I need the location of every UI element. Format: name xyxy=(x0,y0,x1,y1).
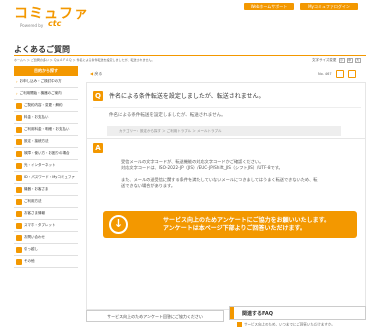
chevron-right-icon: › xyxy=(16,79,18,84)
font-size-label: 文字サイズ変更 xyxy=(312,58,337,62)
banner-text: サービス向上のためアンケートにご協力をお願いいたします。 アンケートは本ページ下… xyxy=(163,217,330,233)
sidebar-item[interactable]: ご利用料金・明細・お支払い xyxy=(14,124,78,136)
sidebar-item[interactable]: お問い合わせ xyxy=(14,232,78,244)
answer-box: A 受信メールの文字コードが、転送機能の対応文字コードかご確認ください。 対応文… xyxy=(86,138,366,310)
question-title: 件名による条件転送を設定しましたが、転送されません。 xyxy=(109,93,265,100)
sidebar-item[interactable]: 引っ越し xyxy=(14,244,78,256)
sidebar-item[interactable]: 設定・接続方法 xyxy=(14,136,78,148)
related-faq-title: 関連するFAQ xyxy=(242,311,273,317)
category-icon xyxy=(16,174,22,181)
category-icon xyxy=(16,234,22,241)
survey-button[interactable]: サービス向上のためアンケート回答にご協力ください xyxy=(86,310,224,322)
related-faq-item[interactable]: サービス向上のため、いつまでにご回答いただけますか。 xyxy=(229,322,366,328)
answer-line: 送できない場合があります。 xyxy=(121,183,176,188)
sidebar-item[interactable]: › ご利用開始・機器のご案内 xyxy=(14,88,78,100)
sidebar-item-label: 料金・お支払い xyxy=(24,115,49,119)
question-category[interactable]: カテゴリー：設定から探す ＞ ご利用トラブル ＞ メールトラブル xyxy=(107,126,341,136)
sidebar-item-label: お申し込み・ご検討中の方 xyxy=(19,79,62,83)
sidebar-item-label: ご契約内容・変更・解約 xyxy=(24,103,63,107)
title-divider xyxy=(14,55,366,56)
question-body: 件名による条件転送を設定しましたが、転送されません。 xyxy=(109,113,226,118)
question-q-icon: Q xyxy=(93,91,103,101)
down-arrow-icon: ↓ xyxy=(109,215,128,234)
site-header: コミュファ Powered by ctc Webホームサポート Myコミュファロ… xyxy=(0,0,380,38)
banner-line-2: アンケートは本ページ下部よりご回答いただけます。 xyxy=(163,225,306,232)
logo-brand-text: ctc xyxy=(48,19,62,28)
sidebar-item[interactable]: お客さま情報 xyxy=(14,208,78,220)
sidebar-item-label: お客さま情報 xyxy=(24,211,45,215)
category-icon xyxy=(16,186,22,193)
sidebar-item-label: 引っ越し xyxy=(24,247,38,251)
category-icon xyxy=(16,114,22,121)
sidebar-item-label: 設定・接続方法 xyxy=(24,139,49,143)
category-icon xyxy=(16,198,22,205)
logo-sub-text: Powered by xyxy=(20,23,44,28)
sidebar-item-label: スマホ・タブレット xyxy=(24,223,56,227)
category-icon xyxy=(16,126,22,133)
breadcrumb[interactable]: ホームへ ＞ ご質問の多い ＞ Ｑ＆ＡＦＡＱ ＞ 件名による条件転送を設定しまし… xyxy=(14,58,154,62)
category-icon xyxy=(16,258,22,265)
category-icon xyxy=(16,246,22,253)
category-icon xyxy=(16,102,22,109)
sidebar-item-label: その他 xyxy=(24,259,35,263)
question-box: Q 件名による条件転送を設定しましたが、転送されません。 件名による条件転送を設… xyxy=(86,82,366,140)
mail-icon[interactable] xyxy=(348,70,356,78)
font-size-small-button[interactable]: 小 xyxy=(338,58,345,63)
sidebar-item[interactable]: 料金・お支払い xyxy=(14,112,78,124)
question-divider xyxy=(93,107,361,108)
answer-text: 受信メールの文字コードが、転送機能の対応文字コードかご確認ください。 対応文字コ… xyxy=(121,159,317,189)
question-bullet-icon xyxy=(237,322,242,327)
category-icon xyxy=(16,210,22,217)
sidebar-item-label: 光・インターネット xyxy=(24,163,56,167)
sidebar-item-label: 機器・お客さま xyxy=(24,187,49,191)
commufa-logo[interactable]: コミュファ Powered by ctc xyxy=(14,6,89,28)
banner-line-1: サービス向上のためアンケートにご協力をお願いいたします。 xyxy=(163,217,331,224)
print-icon[interactable] xyxy=(336,70,344,78)
sidebar-item-label: 故障・使い方・お困りの場合 xyxy=(24,151,70,155)
survey-banner[interactable]: ↓ サービス向上のためアンケートにご協力をお願いいたします。 アンケートは本ペー… xyxy=(103,211,357,238)
sidebar-item[interactable]: 故障・使い方・お困りの場合 xyxy=(14,148,78,160)
category-icon xyxy=(16,162,22,169)
sidebar-item-label: お問い合わせ xyxy=(24,235,45,239)
sidebar-item[interactable]: 光・インターネット xyxy=(14,160,78,172)
sidebar-item-label: ご利用開始・機器のご案内 xyxy=(19,91,62,95)
sidebar-item[interactable]: ご契約内容・変更・解約 xyxy=(14,100,78,112)
sidebar-item-label: ご利用方法 xyxy=(24,199,42,203)
category-icon xyxy=(16,150,22,157)
sidebar-item[interactable]: 機器・お客さま xyxy=(14,184,78,196)
sidebar: 目的から探す › お申し込み・ご検討中の方 › ご利用開始・機器のご案内 ご契約内容・変… xyxy=(14,66,78,268)
sidebar-item[interactable]: ID・パスワード・Myコミュファ xyxy=(14,172,78,184)
answer-a-icon: A xyxy=(93,143,103,153)
back-link[interactable]: ◀ 戻る xyxy=(90,71,102,77)
back-label: 戻る xyxy=(94,71,103,76)
sidebar-item[interactable]: その他 xyxy=(14,256,78,268)
font-size-large-button[interactable]: 大 xyxy=(354,58,361,63)
sidebar-item-label: ご利用料金・明細・お支払い xyxy=(24,127,70,131)
related-faq-header: 関連するFAQ xyxy=(229,306,366,320)
question-number: No. 467 xyxy=(318,72,332,76)
chevron-right-icon: › xyxy=(16,91,18,96)
faq-toolbar: ◀ 戻る No. 467 xyxy=(86,70,366,80)
page-title: よくあるご質問 xyxy=(14,45,70,54)
sidebar-item[interactable]: › お申し込み・ご検討中の方 xyxy=(14,76,78,88)
sidebar-item[interactable]: ご利用方法 xyxy=(14,196,78,208)
font-size-switcher: 文字サイズ変更 小 中 大 xyxy=(312,58,361,63)
sidebar-item-label: ID・パスワード・Myコミュファ xyxy=(24,175,75,179)
category-icon xyxy=(16,138,22,145)
mycommufa-login-button[interactable]: Myコミュファログイン xyxy=(300,3,358,10)
sidebar-item[interactable]: スマホ・タブレット xyxy=(14,220,78,232)
web-support-button[interactable]: Webホームサポート xyxy=(244,3,294,10)
category-icon xyxy=(16,222,22,229)
related-accent-bar xyxy=(230,307,234,319)
sidebar-heading: 目的から探す xyxy=(14,66,78,76)
font-size-medium-button[interactable]: 中 xyxy=(346,58,353,63)
related-faq-question: サービス向上のため、いつまでにご回答いただけますか。 xyxy=(244,322,335,327)
back-arrow-icon: ◀ xyxy=(90,71,94,76)
